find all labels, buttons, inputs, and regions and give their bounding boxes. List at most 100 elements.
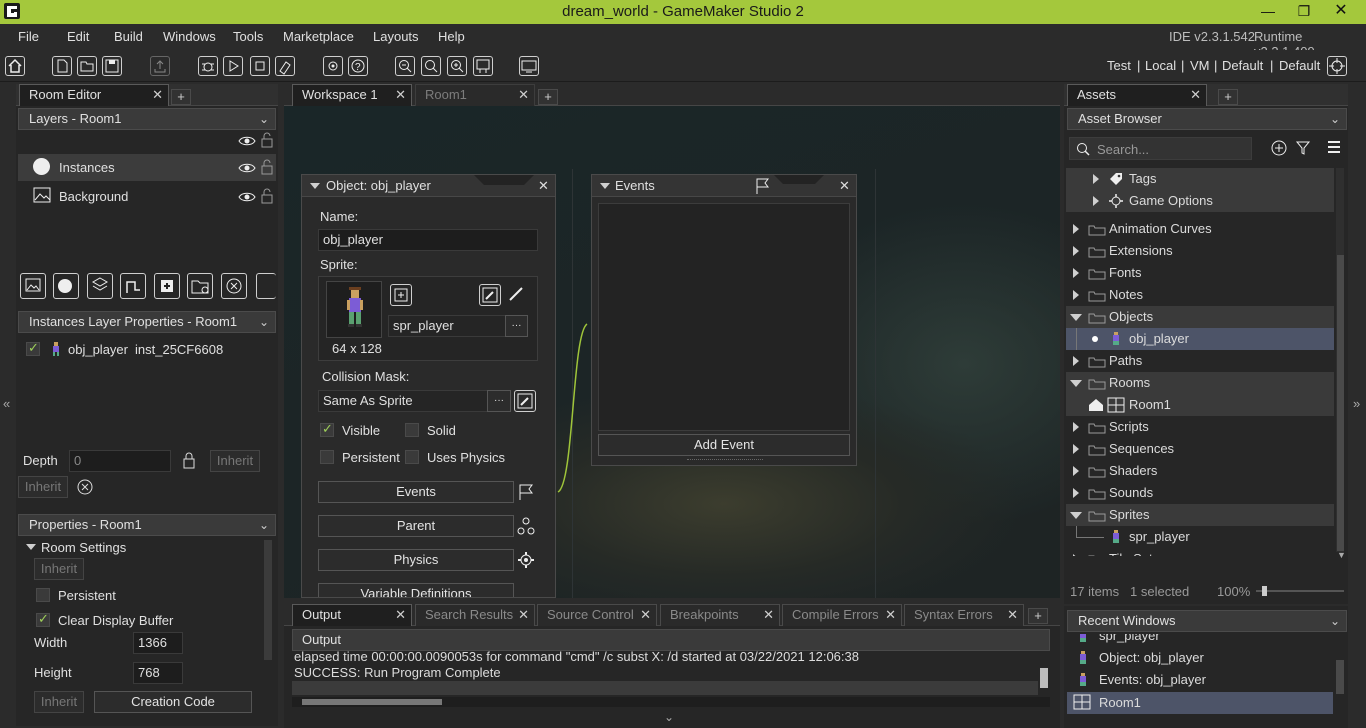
- close-icon[interactable]: ✕: [152, 85, 163, 105]
- add-event-button[interactable]: Add Event: [598, 434, 850, 456]
- tree-item-obj-player[interactable]: obj_player: [1066, 328, 1334, 350]
- brush-icon[interactable]: [506, 284, 528, 306]
- asset-scrollbar[interactable]: [1337, 255, 1344, 551]
- parent-icon[interactable]: [516, 516, 538, 538]
- collapse-icon[interactable]: [1070, 314, 1082, 321]
- output-vscrollbar[interactable]: [1040, 668, 1048, 688]
- room-inherit-button[interactable]: Inherit: [34, 558, 84, 580]
- persistent-checkbox[interactable]: [36, 588, 50, 602]
- uses-physics-checkbox[interactable]: [405, 450, 419, 464]
- monitor-icon[interactable]: [519, 56, 539, 76]
- expand-icon[interactable]: [1093, 174, 1099, 184]
- tree-folder-sequences[interactable]: Sequences: [1066, 438, 1334, 460]
- tab-workspace-1[interactable]: Workspace 1 ✕: [292, 84, 412, 106]
- menu-tools[interactable]: Tools: [233, 29, 263, 44]
- lock-icon[interactable]: [182, 451, 196, 469]
- close-icon[interactable]: ✕: [395, 85, 406, 105]
- solid-checkbox[interactable]: [405, 423, 419, 437]
- expand-icon[interactable]: [1073, 444, 1079, 454]
- tree-folder-rooms[interactable]: Rooms: [1066, 372, 1334, 394]
- layers-dropdown[interactable]: Layers - Room1 ⌄: [18, 108, 276, 130]
- add-tile-layer-icon[interactable]: [87, 273, 113, 299]
- persistent-checkbox[interactable]: [320, 450, 334, 464]
- close-icon[interactable]: ✕: [395, 605, 406, 625]
- expand-icon[interactable]: [1073, 268, 1079, 278]
- help-icon[interactable]: ?: [348, 56, 368, 76]
- layer-inherit-button[interactable]: Inherit: [18, 476, 68, 498]
- recent-item[interactable]: spr_player: [1067, 634, 1333, 646]
- variable-definitions-button[interactable]: Variable Definitions: [318, 583, 514, 597]
- menu-windows[interactable]: Windows: [163, 29, 216, 44]
- depth-inherit-button[interactable]: Inherit: [210, 450, 260, 472]
- expand-icon[interactable]: [26, 544, 36, 550]
- stop-icon[interactable]: [250, 56, 270, 76]
- tree-folder-paths[interactable]: Paths: [1066, 350, 1334, 372]
- tree-folder-objects[interactable]: Objects: [1066, 306, 1334, 328]
- filter-icon[interactable]: [1295, 139, 1311, 157]
- minimize-button[interactable]: —: [1250, 0, 1286, 22]
- right-dock-collapse[interactable]: »: [1350, 84, 1366, 726]
- menu-edit[interactable]: Edit: [67, 29, 89, 44]
- sprite-preview[interactable]: [326, 281, 382, 338]
- debug-icon[interactable]: [198, 56, 218, 76]
- asset-search[interactable]: Search...: [1069, 137, 1252, 160]
- output-log[interactable]: elapsed time 00:00:00.0090053s for comma…: [292, 651, 1038, 681]
- expand-icon[interactable]: [1073, 422, 1079, 432]
- eye-icon[interactable]: [238, 161, 256, 175]
- clean-icon[interactable]: [275, 56, 295, 76]
- close-icon[interactable]: ✕: [885, 605, 896, 625]
- instance-row[interactable]: obj_player inst_25CF6608: [18, 337, 276, 362]
- layer-row-background[interactable]: Background: [18, 183, 276, 210]
- add-folder-icon[interactable]: [187, 273, 213, 299]
- scroll-down-icon[interactable]: ▼: [1337, 550, 1346, 560]
- tree-item-game-options[interactable]: Game Options: [1066, 190, 1334, 212]
- eye-icon[interactable]: [238, 134, 256, 148]
- expand-icon[interactable]: [1073, 488, 1079, 498]
- add-tab-button[interactable]: +: [171, 89, 191, 105]
- tree-folder-tile-sets[interactable]: Tile Sets: [1066, 548, 1334, 556]
- menu-icon[interactable]: [1326, 140, 1342, 154]
- tree-item-tags[interactable]: Tags: [1066, 168, 1334, 190]
- lock-icon[interactable]: [260, 159, 274, 175]
- tab-syntax-errors[interactable]: Syntax Errors ✕: [904, 604, 1024, 626]
- home-icon[interactable]: [5, 56, 25, 76]
- recent-windows-dropdown[interactable]: Recent Windows ⌄: [1067, 610, 1347, 632]
- target-test[interactable]: Test: [1107, 58, 1131, 73]
- save-icon[interactable]: [102, 56, 122, 76]
- expand-icon[interactable]: [1073, 466, 1079, 476]
- output-hscrollbar[interactable]: [302, 699, 442, 705]
- menu-help[interactable]: Help: [438, 29, 465, 44]
- recent-item-selected[interactable]: Room1: [1067, 692, 1333, 714]
- run-icon[interactable]: [223, 56, 243, 76]
- sprite-browse-button[interactable]: ···: [505, 315, 528, 337]
- sprite-select[interactable]: spr_player: [388, 315, 506, 337]
- expand-icon[interactable]: [1073, 246, 1079, 256]
- settings-icon[interactable]: [323, 56, 343, 76]
- physics-gear-icon[interactable]: [516, 550, 538, 572]
- expand-icon[interactable]: [1073, 224, 1079, 234]
- asset-browser-dropdown[interactable]: Asset Browser ⌄: [1067, 108, 1347, 130]
- tab-assets[interactable]: Assets ✕: [1067, 84, 1207, 106]
- expand-icon[interactable]: [1093, 196, 1099, 206]
- tree-folder-sounds[interactable]: Sounds: [1066, 482, 1334, 504]
- close-icon[interactable]: ✕: [518, 85, 529, 105]
- target-settings-icon[interactable]: [1327, 56, 1347, 76]
- recent-scrollbar[interactable]: [1336, 660, 1344, 694]
- export-icon[interactable]: [150, 56, 170, 76]
- tab-compile-errors[interactable]: Compile Errors ✕: [782, 604, 902, 626]
- tree-item-room1[interactable]: Room1: [1066, 394, 1334, 416]
- close-icon[interactable]: ✕: [538, 178, 549, 194]
- collapse-icon[interactable]: [600, 183, 610, 189]
- close-icon[interactable]: ✕: [1007, 605, 1018, 625]
- parent-button[interactable]: Parent: [318, 515, 514, 537]
- expand-icon[interactable]: [1073, 356, 1079, 366]
- size-inherit-button[interactable]: Inherit: [34, 691, 84, 713]
- add-output-tab-button[interactable]: +: [1028, 608, 1048, 624]
- collapse-icon[interactable]: [1070, 512, 1082, 519]
- instance-checkbox[interactable]: [26, 340, 40, 356]
- cancel-inherit-icon[interactable]: [76, 478, 94, 496]
- add-asset-layer-icon[interactable]: [154, 273, 180, 299]
- add-instance-layer-icon[interactable]: [53, 273, 79, 299]
- layer-row-instances[interactable]: Instances: [18, 154, 276, 181]
- depth-input[interactable]: 0: [69, 450, 171, 472]
